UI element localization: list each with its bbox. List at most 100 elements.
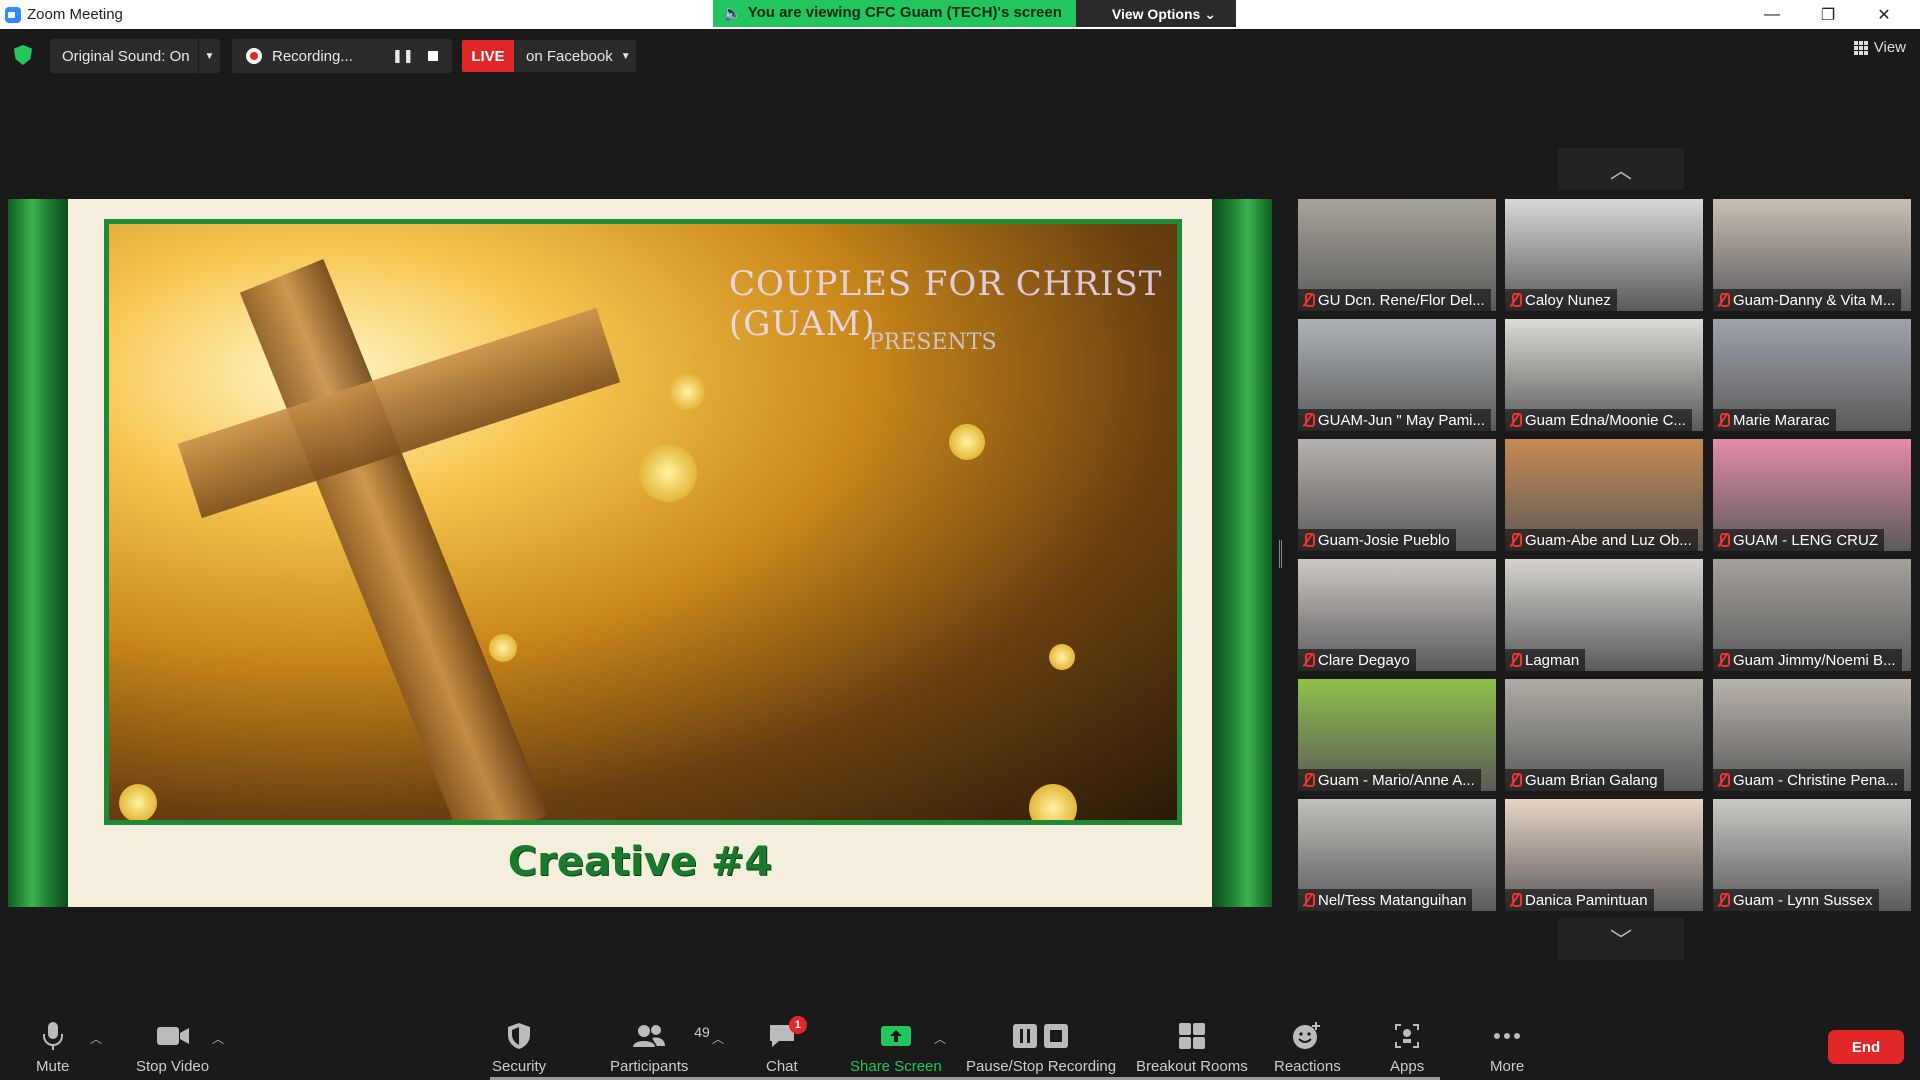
- participant-name-tag: Guam Jimmy/Noemi B...: [1713, 649, 1902, 671]
- live-target-dropdown[interactable]: on Facebook ▼: [514, 40, 636, 72]
- participant-tile[interactable]: GU Dcn. Rene/Flor Del...: [1298, 199, 1496, 311]
- participant-name: GUAM-Jun " May Pami...: [1318, 411, 1486, 429]
- record-icon: [246, 48, 262, 64]
- chat-bubble-icon: 1: [767, 1016, 807, 1052]
- more-label: More: [1490, 1058, 1525, 1075]
- participant-tile[interactable]: Guam - Mario/Anne A...: [1298, 679, 1496, 791]
- participants-label: Participants: [610, 1058, 689, 1075]
- chat-button[interactable]: 1 Chat: [766, 1016, 807, 1075]
- breakout-rooms-label: Breakout Rooms: [1136, 1058, 1248, 1075]
- participant-tile[interactable]: Nel/Tess Matanguihan: [1298, 799, 1496, 911]
- chevron-down-icon[interactable]: ▼: [198, 39, 220, 73]
- encryption-shield-icon[interactable]: [14, 45, 32, 65]
- participant-name-tag: Guam Edna/Moonie C...: [1505, 409, 1692, 431]
- close-button[interactable]: ✕: [1856, 0, 1912, 29]
- participant-name: Nel/Tess Matanguihan: [1318, 891, 1467, 909]
- mute-button[interactable]: Mute: [36, 1020, 69, 1075]
- participant-name: GU Dcn. Rene/Flor Del...: [1318, 291, 1485, 309]
- muted-mic-icon: [1509, 893, 1522, 907]
- window-title: Zoom Meeting: [27, 6, 123, 23]
- gallery-page-up-button[interactable]: ︿: [1558, 148, 1684, 190]
- breakout-rooms-button[interactable]: Breakout Rooms: [1136, 1020, 1248, 1075]
- participants-button[interactable]: 49 Participants: [610, 1020, 710, 1075]
- participant-name: Guam Edna/Moonie C...: [1525, 411, 1686, 429]
- video-options-caret[interactable]: ︿: [212, 1030, 224, 1047]
- participant-tile[interactable]: Guam Brian Galang: [1505, 679, 1703, 791]
- view-options-button[interactable]: View Options ⌄: [1075, 0, 1236, 27]
- stop-icon[interactable]: [428, 51, 438, 61]
- participant-name-tag: Nel/Tess Matanguihan: [1298, 889, 1473, 911]
- participant-name-tag: Guam - Mario/Anne A...: [1298, 769, 1481, 791]
- original-sound-label: Original Sound: On: [62, 47, 190, 65]
- muted-mic-icon: [1302, 653, 1315, 667]
- participant-tile[interactable]: Guam Jimmy/Noemi B...: [1713, 559, 1911, 671]
- share-banner-message-box: 🔈 You are viewing CFC Guam (TECH)'s scre…: [713, 0, 1076, 27]
- participant-name-tag: Guam-Abe and Luz Ob...: [1505, 529, 1698, 551]
- security-button[interactable]: Security: [492, 1020, 546, 1075]
- pause-stop-recording-icon: [1012, 1020, 1070, 1052]
- participant-name: Guam - Mario/Anne A...: [1318, 771, 1475, 789]
- share-options-caret[interactable]: ︿: [934, 1030, 946, 1047]
- participant-tile[interactable]: Guam - Christine Pena...: [1713, 679, 1911, 791]
- video-camera-icon: [156, 1020, 190, 1052]
- pause-stop-recording-button[interactable]: Pause/Stop Recording: [966, 1020, 1116, 1075]
- participant-tile[interactable]: Guam-Josie Pueblo: [1298, 439, 1496, 551]
- chevron-down-icon: ▼: [620, 50, 631, 62]
- view-button[interactable]: View: [1853, 39, 1906, 56]
- participant-name: Guam-Josie Pueblo: [1318, 531, 1450, 549]
- light-orb: [639, 444, 697, 502]
- light-orb: [119, 784, 157, 820]
- muted-mic-icon: [1717, 653, 1730, 667]
- pause-icon[interactable]: ❚❚: [392, 48, 414, 64]
- meeting-toolbar: Mute ︿ Stop Video ︿ Security 49 Particip…: [0, 1006, 1920, 1080]
- minimize-button[interactable]: —: [1744, 0, 1800, 29]
- apps-button[interactable]: Apps: [1390, 1020, 1424, 1075]
- slide-caption: Creative #4: [507, 839, 773, 885]
- participant-tile[interactable]: Guam-Abe and Luz Ob...: [1505, 439, 1703, 551]
- share-screen-button[interactable]: Share Screen: [850, 1020, 942, 1075]
- restore-button[interactable]: ❐: [1800, 0, 1856, 29]
- muted-mic-icon: [1717, 893, 1730, 907]
- muted-mic-icon: [1717, 413, 1730, 427]
- live-badge: LIVE: [462, 40, 514, 72]
- zoom-app-icon: [5, 7, 21, 23]
- breakout-rooms-icon: [1178, 1020, 1206, 1052]
- participant-tile[interactable]: Clare Degayo: [1298, 559, 1496, 671]
- participant-tile[interactable]: Lagman: [1505, 559, 1703, 671]
- chevron-up-icon: ︿: [1609, 158, 1632, 183]
- end-meeting-button[interactable]: End: [1828, 1030, 1904, 1064]
- participant-tile[interactable]: Guam - Lynn Sussex: [1713, 799, 1911, 911]
- chat-unread-badge: 1: [788, 1016, 807, 1034]
- stop-video-label: Stop Video: [136, 1058, 210, 1075]
- muted-mic-icon: [1509, 533, 1522, 547]
- split-resize-handle[interactable]: [1279, 540, 1282, 568]
- participant-tile[interactable]: Guam-Danny & Vita M...: [1713, 199, 1911, 311]
- participant-name: Guam Brian Galang: [1525, 771, 1658, 789]
- participant-name: Guam - Lynn Sussex: [1733, 891, 1873, 909]
- participants-count: 49: [694, 1024, 710, 1040]
- participant-name: Guam-Abe and Luz Ob...: [1525, 531, 1692, 549]
- participants-options-caret[interactable]: ︿: [712, 1030, 724, 1047]
- audio-options-caret[interactable]: ︿: [90, 1030, 102, 1047]
- reactions-button[interactable]: Reactions: [1274, 1020, 1341, 1075]
- participant-tile[interactable]: Caloy Nunez: [1505, 199, 1703, 311]
- slide-image: COUPLES FOR CHRIST (GUAM) PRESENTS: [104, 219, 1182, 825]
- muted-mic-icon: [1509, 293, 1522, 307]
- participant-name-tag: Lagman: [1505, 649, 1586, 671]
- participant-tile[interactable]: GUAM-Jun " May Pami...: [1298, 319, 1496, 431]
- participant-tile[interactable]: Danica Pamintuan: [1505, 799, 1703, 911]
- stop-video-button[interactable]: Stop Video: [136, 1020, 209, 1075]
- participant-tile[interactable]: Marie Mararac: [1713, 319, 1911, 431]
- participant-tile[interactable]: Guam Edna/Moonie C...: [1505, 319, 1703, 431]
- participant-name: Guam - Christine Pena...: [1733, 771, 1899, 789]
- gallery-page-down-button[interactable]: ﹀: [1558, 918, 1684, 960]
- chat-label: Chat: [766, 1058, 798, 1075]
- more-button[interactable]: More: [1490, 1020, 1524, 1075]
- original-sound-toggle[interactable]: Original Sound: On ▼: [50, 39, 220, 73]
- share-banner-message: You are viewing CFC Guam (TECH)'s screen: [747, 4, 1062, 21]
- participant-name-tag: Guam Brian Galang: [1505, 769, 1664, 791]
- participant-name-tag: Guam-Josie Pueblo: [1298, 529, 1456, 551]
- share-screen-label: Share Screen: [850, 1058, 942, 1075]
- participant-tile[interactable]: GUAM - LENG CRUZ: [1713, 439, 1911, 551]
- participant-name-tag: Guam-Danny & Vita M...: [1713, 289, 1902, 311]
